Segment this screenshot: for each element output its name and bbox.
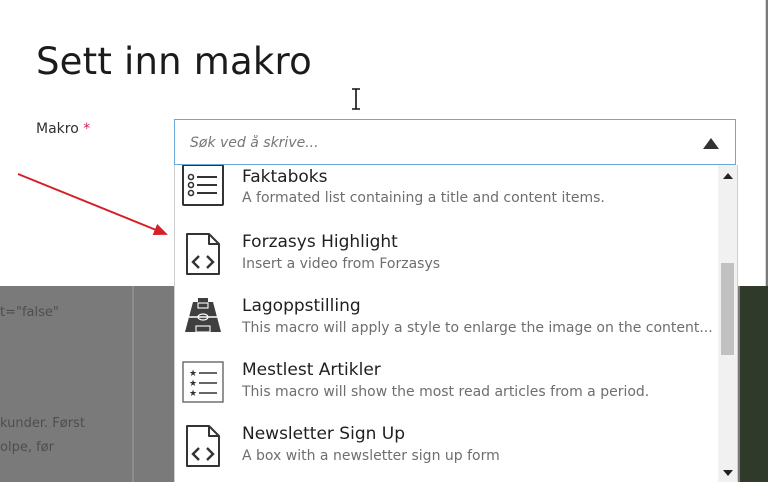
option-description: This macro will apply a style to enlarge…	[242, 320, 713, 336]
svg-text:★: ★	[189, 379, 197, 389]
macro-search-input[interactable]	[188, 120, 672, 166]
macro-option-forzasys-highlight[interactable]: Forzasys Highlight Insert a video from F…	[175, 215, 720, 279]
background-text: kunder. Først	[0, 416, 85, 431]
macro-label-text: Makro	[36, 121, 79, 137]
dialog-title: Sett inn makro	[36, 40, 312, 83]
option-title: Lagoppstilling	[242, 296, 361, 316]
scrollbar-thumb[interactable]	[721, 263, 734, 355]
macro-option-faktaboks[interactable]: Faktaboks A formated list containing a t…	[175, 165, 720, 215]
code-file-icon	[186, 233, 220, 275]
background-text: olpe, før	[0, 440, 54, 455]
required-marker: *	[83, 121, 91, 137]
option-description: A box with a newsletter sign up form	[242, 448, 500, 464]
option-title: Mestlest Artikler	[242, 360, 381, 380]
text-cursor-icon	[352, 88, 360, 110]
option-title: Faktaboks	[242, 167, 328, 187]
option-description: A formated list containing a title and c…	[242, 190, 605, 206]
macro-option-lagoppstilling[interactable]: Lagoppstilling This macro will apply a s…	[175, 279, 720, 343]
background-divider	[132, 286, 134, 482]
macro-field-label: Makro *	[36, 121, 90, 137]
svg-text:★: ★	[189, 369, 197, 379]
code-file-icon	[186, 425, 220, 467]
list-icon	[182, 165, 224, 206]
option-description: Insert a video from Forzasys	[242, 256, 441, 272]
macro-option-mestlest-artikler[interactable]: ★ ★ ★ Mestlest Artikler This macro will …	[175, 343, 720, 407]
macro-select[interactable]	[174, 119, 736, 166]
option-title: Newsletter Sign Up	[242, 424, 406, 444]
option-title: Forzasys Highlight	[242, 232, 398, 252]
background-text: t="false"	[0, 305, 59, 320]
dropdown-scrollbar[interactable]	[718, 165, 737, 482]
macro-dropdown-list[interactable]: Faktaboks A formated list containing a t…	[174, 165, 738, 482]
football-field-icon	[185, 298, 221, 333]
scroll-up-arrow-icon[interactable]	[723, 173, 733, 179]
svg-text:★: ★	[189, 389, 197, 399]
option-description: This macro will show the most read artic…	[242, 384, 650, 400]
scroll-down-arrow-icon[interactable]	[723, 470, 733, 476]
star-list-icon: ★ ★ ★	[182, 361, 224, 403]
caret-up-icon[interactable]	[703, 138, 719, 149]
background-image-strip	[740, 286, 768, 482]
macro-option-newsletter-sign-up[interactable]: Newsletter Sign Up A box with a newslett…	[175, 407, 720, 471]
